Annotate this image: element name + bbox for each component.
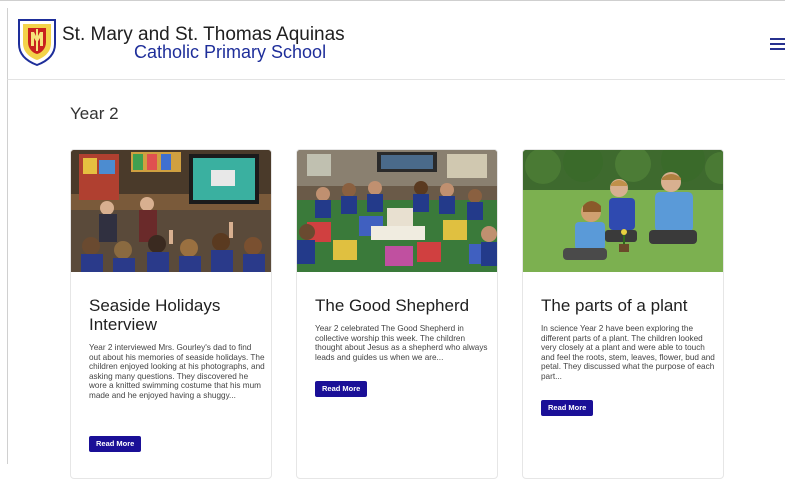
page-title: Year 2	[70, 104, 119, 123]
classroom-photo[interactable]	[71, 150, 272, 272]
children-with-plant-photo[interactable]	[523, 150, 724, 272]
hamburger-menu-icon[interactable]	[770, 38, 785, 52]
card-title[interactable]: Seaside Holidays Interview	[89, 296, 265, 334]
worship-circle-photo[interactable]	[297, 150, 498, 272]
card-excerpt: Year 2 interviewed Mrs. Gourley's dad to…	[89, 343, 265, 400]
school-name-line2[interactable]: Catholic Primary School	[134, 42, 326, 63]
read-more-button[interactable]: Read More	[315, 381, 368, 397]
news-card-good-shepherd: The Good Shepherd Year 2 celebrated The …	[296, 149, 498, 479]
read-more-button[interactable]: Read More	[541, 400, 594, 416]
card-excerpt: Year 2 celebrated The Good Shepherd in c…	[315, 324, 488, 362]
news-card-seaside-holidays: Seaside Holidays Interview Year 2 interv…	[70, 149, 272, 479]
card-excerpt: In science Year 2 have been exploring th…	[541, 324, 715, 381]
news-card-parts-of-plant: The parts of a plant In science Year 2 h…	[522, 149, 724, 479]
top-border	[0, 0, 785, 1]
content-left-border	[7, 80, 8, 464]
card-title[interactable]: The Good Shepherd	[315, 296, 491, 315]
card-title[interactable]: The parts of a plant	[541, 296, 717, 315]
school-crest-icon[interactable]	[17, 18, 57, 66]
read-more-button[interactable]: Read More	[89, 436, 142, 452]
site-header: St. Mary and St. Thomas Aquinas Catholic…	[7, 8, 785, 80]
